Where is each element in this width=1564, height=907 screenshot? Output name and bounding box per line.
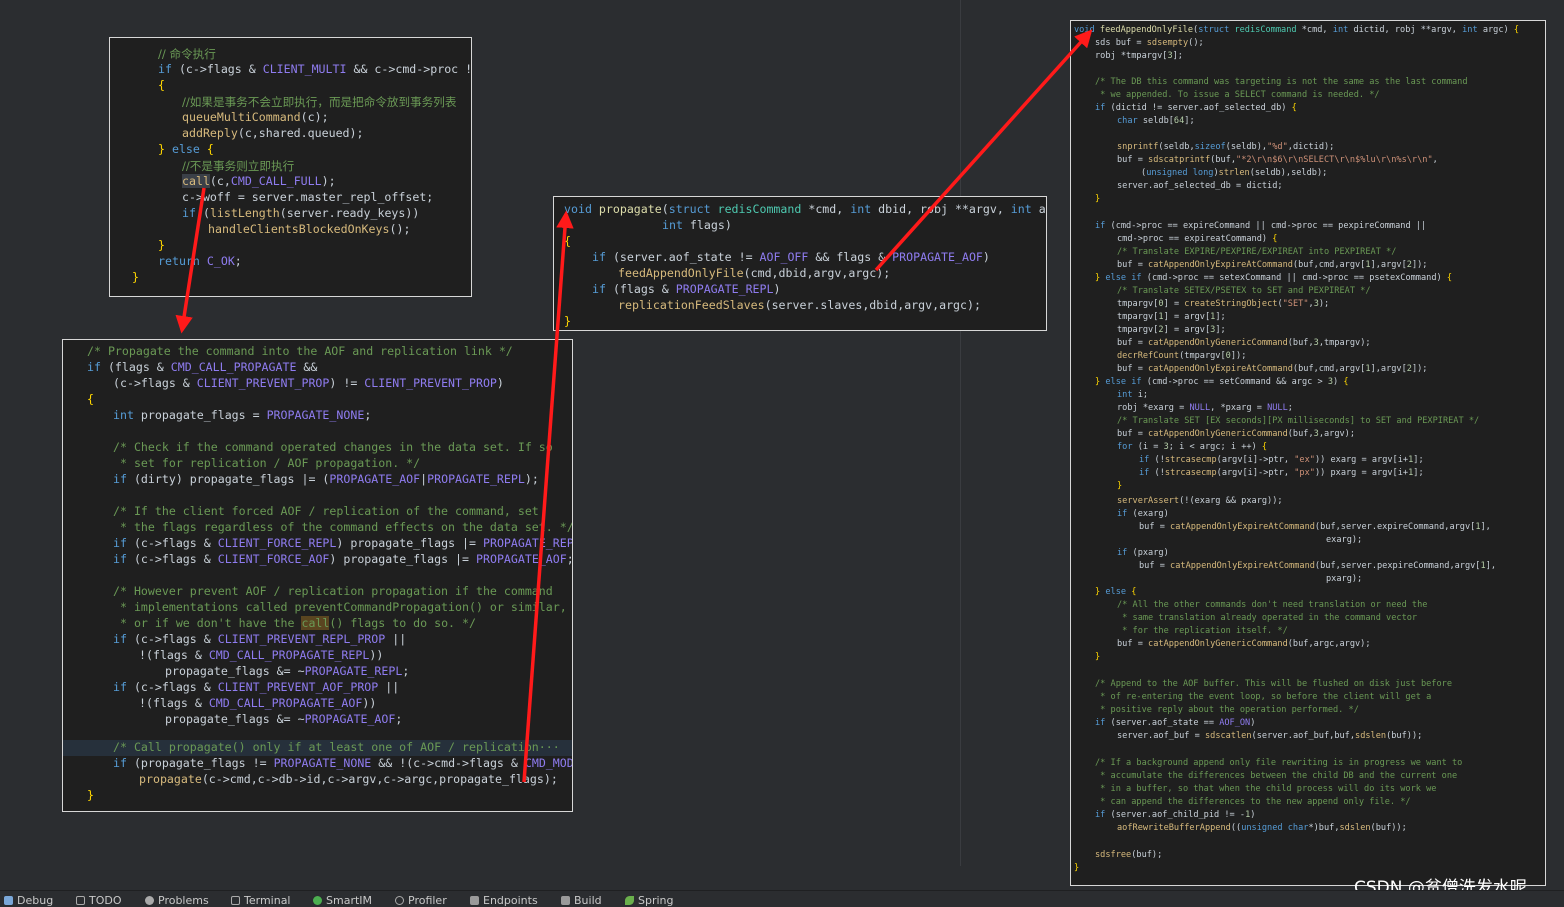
chat-icon <box>313 896 322 905</box>
tool-profiler[interactable]: Profiler <box>395 894 447 907</box>
tool-debug[interactable]: Debug <box>4 894 53 907</box>
terminal-icon <box>231 896 240 905</box>
tool-window-bar: Debug TODO Problems Terminal SmartIM Pro… <box>0 890 1564 907</box>
bug-icon <box>4 896 13 905</box>
hammer-icon <box>561 896 570 905</box>
endpoints-icon <box>470 896 479 905</box>
info-icon <box>145 896 154 905</box>
code-snippet-feed-append-only-file: void feedAppendOnlyFile(struct redisComm… <box>1070 20 1546 886</box>
profiler-icon <box>395 896 404 905</box>
code-snippet-process-command: // 命令执行 if (c->flags & CLIENT_MULTI && c… <box>109 37 472 297</box>
tool-build[interactable]: Build <box>561 894 602 907</box>
tool-problems[interactable]: Problems <box>145 894 209 907</box>
tool-smartim[interactable]: SmartIM <box>313 894 372 907</box>
split-divider <box>960 0 961 866</box>
code-snippet-call-propagate: /* Propagate the command into the AOF an… <box>62 339 573 812</box>
tool-terminal[interactable]: Terminal <box>231 894 291 907</box>
tool-endpoints[interactable]: Endpoints <box>470 894 538 907</box>
leaf-icon <box>625 896 634 905</box>
tool-todo[interactable]: TODO <box>76 894 122 907</box>
tool-spring[interactable]: Spring <box>625 894 674 907</box>
code-snippet-propagate: void propagate(struct redisCommand *cmd,… <box>553 196 1047 331</box>
list-icon <box>76 896 85 905</box>
